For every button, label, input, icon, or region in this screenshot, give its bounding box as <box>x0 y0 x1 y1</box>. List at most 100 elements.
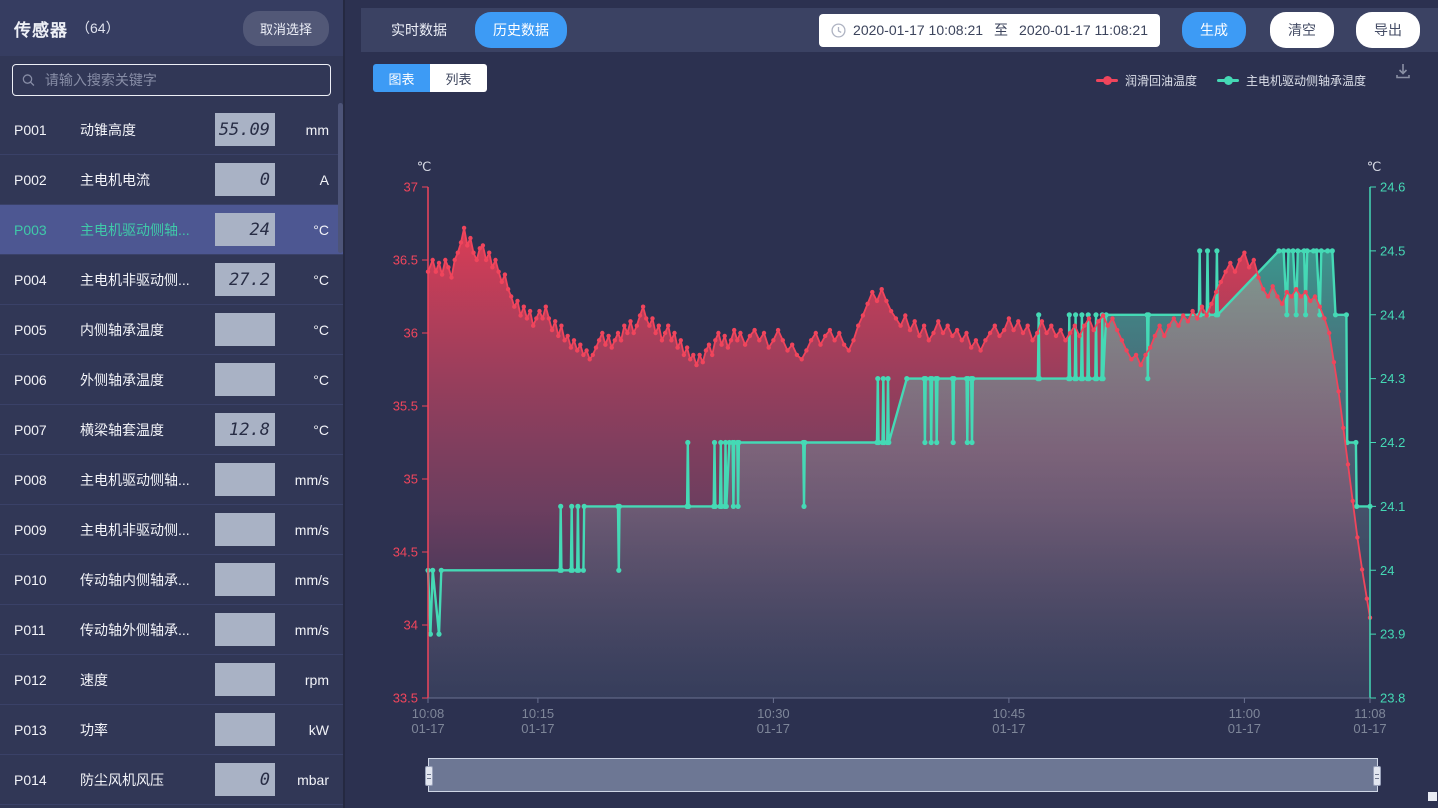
sensor-value-display: 55.09 <box>215 113 275 146</box>
sensor-unit: rpm <box>275 672 329 688</box>
legend-item[interactable]: 主电机驱动侧轴承温度 <box>1217 72 1366 89</box>
datazoom-handle-right[interactable] <box>1373 766 1381 786</box>
tab-realtime-data[interactable]: 实时数据 <box>391 20 447 40</box>
sensor-unit: mm/s <box>275 472 329 488</box>
search-input[interactable] <box>43 71 321 89</box>
sensor-code: P009 <box>14 522 80 538</box>
legend-item[interactable]: 润滑回油温度 <box>1096 72 1197 89</box>
sensor-name: 主电机非驱动侧... <box>80 270 215 290</box>
sensor-code: P002 <box>14 172 80 188</box>
sensor-row[interactable]: P006外侧轴承温度°C <box>0 355 343 405</box>
sensor-code: P012 <box>14 672 80 688</box>
view-toggle: 图表 列表 <box>373 64 487 92</box>
x-tick-time: 10:08 <box>412 706 445 721</box>
sensor-unit: mbar <box>275 772 329 788</box>
x-tick-date: 01-17 <box>1228 721 1261 736</box>
sensor-row[interactable]: P010传动轴内侧轴承...mm/s <box>0 555 343 605</box>
x-tick-time: 11:00 <box>1229 706 1261 721</box>
sensor-row[interactable]: P005内侧轴承温度°C <box>0 305 343 355</box>
legend-label: 润滑回油温度 <box>1125 72 1197 89</box>
sensor-name: 主电机驱动侧轴... <box>80 220 215 240</box>
sensor-code: P003 <box>14 222 80 238</box>
sensor-row[interactable]: P009主电机非驱动侧...mm/s <box>0 505 343 555</box>
sidebar-title: 传感器 <box>14 16 68 41</box>
sensor-code: P011 <box>14 622 80 638</box>
sensor-code: P008 <box>14 472 80 488</box>
sensor-value-display: 27.2 <box>215 263 275 296</box>
sensor-name: 主电机电流 <box>80 170 215 190</box>
sensor-sidebar: 传感器 （64） 取消选择 P001动锥高度55.09mmP002主电机电流0A… <box>0 0 345 808</box>
history-temperature-chart[interactable]: 3736.53635.53534.53433.5℃24.624.524.424.… <box>345 100 1438 750</box>
sensor-name: 内侧轴承温度 <box>80 320 215 340</box>
sensor-row[interactable]: P014防尘风机风压0mbar <box>0 755 343 805</box>
sensor-code: P004 <box>14 272 80 288</box>
sensor-value-display <box>215 663 275 696</box>
x-tick-time: 11:08 <box>1354 706 1386 721</box>
sensor-value-display <box>215 363 275 396</box>
clear-button[interactable]: 清空 <box>1270 12 1334 48</box>
generate-button[interactable]: 生成 <box>1182 12 1246 48</box>
sensor-name: 传动轴外侧轴承... <box>80 620 215 640</box>
sensor-row[interactable]: P004主电机非驱动侧...27.2°C <box>0 255 343 305</box>
sidebar-scrollbar[interactable] <box>338 103 343 253</box>
sensor-value-display <box>215 463 275 496</box>
datazoom-handle-left[interactable] <box>425 766 433 786</box>
x-tick-time: 10:30 <box>757 706 790 721</box>
sensor-unit: °C <box>275 272 329 288</box>
sensor-value-display <box>215 513 275 546</box>
sensor-name: 防尘风机风压 <box>80 770 215 790</box>
sensor-value-display <box>215 313 275 346</box>
svg-text:24.3: 24.3 <box>1380 371 1405 386</box>
sensor-unit: A <box>275 172 329 188</box>
sensor-count: （64） <box>76 18 120 38</box>
sensor-name: 功率 <box>80 720 215 740</box>
sensor-row[interactable]: P003主电机驱动侧轴...24°C <box>0 205 343 255</box>
sensor-unit: °C <box>275 322 329 338</box>
svg-text:23.9: 23.9 <box>1380 627 1405 642</box>
search-area <box>0 56 343 105</box>
legend-marker-icon <box>1096 79 1118 82</box>
svg-text:24.4: 24.4 <box>1380 307 1405 322</box>
deselect-button[interactable]: 取消选择 <box>243 11 329 46</box>
sensor-row[interactable]: P012速度rpm <box>0 655 343 705</box>
sensor-row[interactable]: P001动锥高度55.09mm <box>0 105 343 155</box>
export-button[interactable]: 导出 <box>1356 12 1420 48</box>
x-tick-date: 01-17 <box>521 721 554 736</box>
tab-list-view[interactable]: 列表 <box>430 64 487 92</box>
sensor-value-display <box>215 713 275 746</box>
sidebar-header: 传感器 （64） 取消选择 <box>0 0 343 56</box>
sensor-unit: mm/s <box>275 622 329 638</box>
tab-chart-view[interactable]: 图表 <box>373 64 430 92</box>
svg-text:35.5: 35.5 <box>393 399 418 414</box>
sensor-unit: mm <box>275 122 329 138</box>
x-tick-time: 10:45 <box>993 706 1026 721</box>
sensor-unit: °C <box>275 372 329 388</box>
sensor-value-display <box>215 613 275 646</box>
tab-history-data[interactable]: 历史数据 <box>475 12 567 48</box>
sensor-unit: mm/s <box>275 572 329 588</box>
svg-text:36: 36 <box>404 326 418 341</box>
sensor-name: 外侧轴承温度 <box>80 370 215 390</box>
scrollbar-corner <box>1428 792 1437 801</box>
svg-text:24: 24 <box>1380 563 1394 578</box>
search-box[interactable] <box>12 64 331 96</box>
x-tick-date: 01-17 <box>992 721 1025 736</box>
sensor-row[interactable]: P011传动轴外侧轴承... mm/s <box>0 605 343 655</box>
svg-text:37: 37 <box>404 180 418 195</box>
sensor-row[interactable]: P013功率kW <box>0 705 343 755</box>
datazoom-slider[interactable] <box>428 758 1378 792</box>
date-range-separator: 至 <box>994 20 1008 40</box>
sensor-unit: °C <box>275 222 329 238</box>
sensor-code: P013 <box>14 722 80 738</box>
sensor-row[interactable]: P002主电机电流0A <box>0 155 343 205</box>
svg-text:23.8: 23.8 <box>1380 691 1405 706</box>
x-tick-date: 01-17 <box>757 721 790 736</box>
axis-unit-label: ℃ <box>417 159 432 174</box>
svg-text:33.5: 33.5 <box>393 691 418 706</box>
date-range-end: 2020-01-17 11:08:21 <box>1019 22 1148 38</box>
sensor-row[interactable]: P008主电机驱动侧轴...mm/s <box>0 455 343 505</box>
sensor-code: P010 <box>14 572 80 588</box>
date-range-picker[interactable]: 2020-01-17 10:08:21 至 2020-01-17 11:08:2… <box>819 14 1160 47</box>
sensor-row[interactable]: P007横梁轴套温度12.8°C <box>0 405 343 455</box>
download-icon[interactable] <box>1394 62 1412 80</box>
